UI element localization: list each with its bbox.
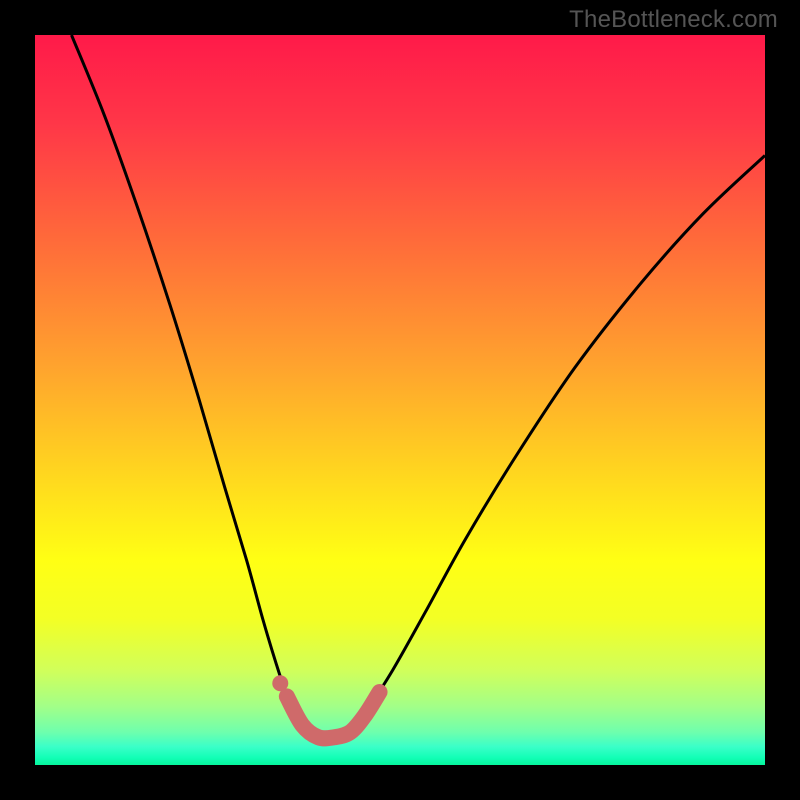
curve-left-branch (72, 35, 311, 737)
attribution-text: TheBottleneck.com (569, 6, 778, 34)
highlight-dot-icon (272, 675, 288, 691)
curve-highlight (287, 692, 380, 738)
chart-curves (35, 35, 765, 765)
chart-frame (35, 35, 765, 765)
curve-right-branch (349, 155, 765, 737)
